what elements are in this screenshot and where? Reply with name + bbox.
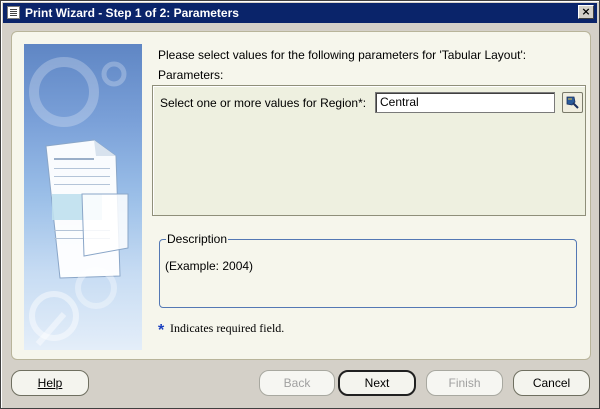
next-button[interactable]: Next [338, 370, 416, 396]
window-icon [7, 6, 20, 19]
region-label: Select one or more values for Region*: [160, 96, 367, 110]
flashlight-icon [566, 96, 579, 109]
cancel-button[interactable]: Cancel [513, 370, 590, 396]
required-star-icon: * [158, 322, 165, 339]
region-input[interactable]: Central [375, 92, 555, 113]
description-box: Description (Example: 2004) [159, 232, 577, 308]
finish-button-label: Finish [448, 376, 481, 390]
illustration-graphic [29, 57, 129, 346]
description-legend: Description [166, 232, 229, 246]
parameters-panel: Select one or more values for Region*: C… [152, 85, 586, 216]
finish-button[interactable]: Finish [426, 370, 503, 396]
back-button[interactable]: Back [259, 370, 335, 396]
intro-text: Please select values for the following p… [158, 48, 527, 62]
title-bar: Print Wizard - Step 1 of 2: Parameters × [3, 3, 597, 23]
region-lov-button[interactable] [562, 92, 583, 113]
window-title: Print Wizard - Step 1 of 2: Parameters [25, 6, 239, 20]
description-text: (Example: 2004) [165, 259, 254, 273]
wizard-content-panel: Please select values for the following p… [11, 31, 591, 360]
required-field-note: Indicates required field. [170, 321, 285, 335]
help-button-label: Help [37, 376, 63, 390]
close-button[interactable]: × [578, 5, 594, 19]
parameters-label: Parameters: [158, 68, 224, 82]
cancel-button-label: Cancel [532, 376, 571, 390]
help-button[interactable]: Help [11, 370, 89, 396]
print-wizard-dialog: Print Wizard - Step 1 of 2: Parameters × [0, 0, 600, 409]
wizard-illustration [24, 44, 142, 350]
next-button-label: Next [364, 376, 390, 390]
back-button-label: Back [283, 376, 311, 390]
